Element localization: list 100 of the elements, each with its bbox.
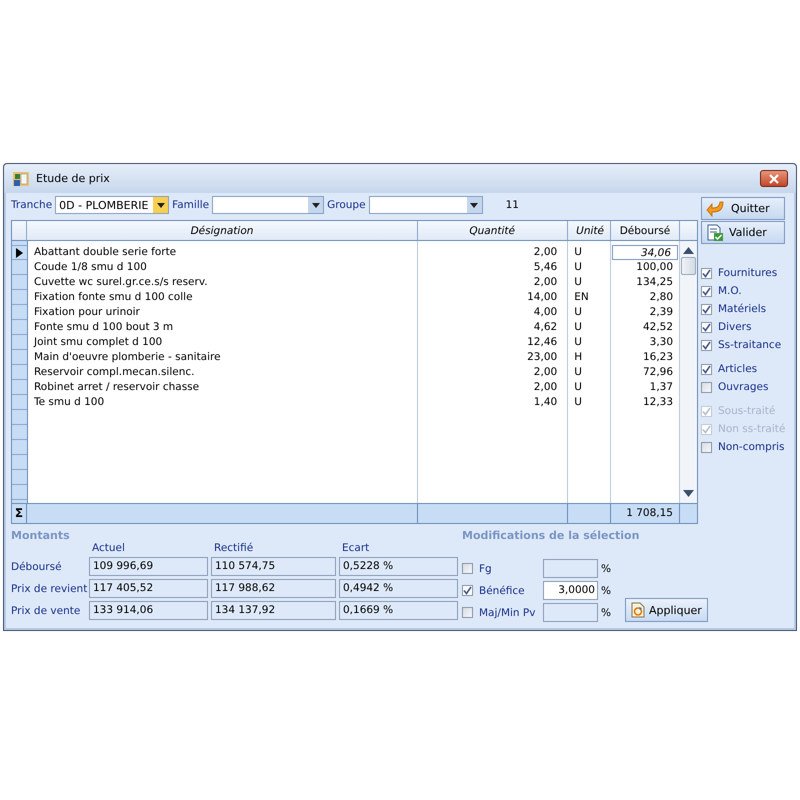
table-cell-text: Robinet arret / reservoir chasse xyxy=(32,380,200,395)
section-title: Montants xyxy=(11,529,71,542)
apply-button[interactable]: Appliquer xyxy=(624,598,708,622)
checkbox-label: M.O. xyxy=(718,285,742,297)
unit-label: % xyxy=(601,562,611,574)
table-cell-text: 4,00 xyxy=(532,305,558,320)
checkbox-label: Articles xyxy=(718,363,758,375)
checkbox[interactable] xyxy=(701,364,712,374)
scroll-up-icon[interactable] xyxy=(683,247,694,254)
table-cell-text: 14,00 xyxy=(526,290,558,305)
table-cell-text: 1,40 xyxy=(532,395,558,410)
column-label: Rectifié xyxy=(213,542,254,554)
column-header[interactable]: Quantité xyxy=(418,221,568,241)
section-title: Modifications de la sélection xyxy=(462,529,640,542)
unit-label: % xyxy=(601,606,611,618)
scrollbar[interactable] xyxy=(680,241,697,503)
column-header[interactable]: Unité xyxy=(568,221,611,241)
table-cell-text: 2,00 xyxy=(532,275,558,290)
input-field[interactable] xyxy=(543,559,598,578)
unit-label: % xyxy=(601,584,611,596)
column-label: Actuel xyxy=(91,542,126,554)
refresh-document-icon xyxy=(630,602,645,618)
caret-icon xyxy=(156,202,165,208)
checkbox[interactable] xyxy=(701,340,712,350)
table-cell-text: 16,23 xyxy=(642,350,674,365)
table-cell-text: Coude 1/8 smu d 100 xyxy=(32,260,148,275)
table-cell-text: 2,00 xyxy=(532,365,558,380)
item-count: 11 xyxy=(506,199,519,211)
table-cell-text: 2,00 xyxy=(532,380,558,395)
table-cell-text: 12,46 xyxy=(526,335,558,350)
checkbox-label: Divers xyxy=(718,321,752,333)
checkbox[interactable] xyxy=(462,563,473,574)
readonly-field: 0,1669 % xyxy=(339,601,458,620)
table-cell-text: Fonte smu d 100 bout 3 m xyxy=(32,320,174,335)
input-field[interactable]: 3,0000 xyxy=(543,581,598,600)
checkbox[interactable] xyxy=(701,286,712,296)
app-icon xyxy=(12,170,30,186)
checkbox-label: Non-compris xyxy=(718,441,785,453)
column-header[interactable]: Désignation xyxy=(27,221,418,241)
field-label: Famille xyxy=(172,199,210,211)
table-cell-text: U xyxy=(573,395,583,410)
table-cell-text: 100,00 xyxy=(635,260,674,275)
checkbox-label: Fournitures xyxy=(718,267,778,279)
table-cell-text: U xyxy=(573,335,583,350)
column-label: Ecart xyxy=(341,542,370,554)
table-cell-text: EN xyxy=(573,290,590,305)
table-cell-text: 72,96 xyxy=(642,365,674,380)
checked-document-icon xyxy=(706,224,724,242)
table-cell-text: Main d'oeuvre plomberie - sanitaire xyxy=(32,350,222,365)
table-cell-text: 42,52 xyxy=(642,320,674,335)
close-button[interactable] xyxy=(760,170,788,187)
checkbox[interactable] xyxy=(701,304,712,314)
action-button[interactable]: Valider xyxy=(701,221,785,244)
readonly-field: 109 996,69 xyxy=(89,557,208,576)
column-header[interactable]: Déboursé xyxy=(611,221,680,241)
readonly-field: 133 914,06 xyxy=(89,601,208,620)
table-cell-text: Te smu d 100 xyxy=(32,395,106,410)
table-cell-text: Fixation pour urinoir xyxy=(32,305,141,320)
checkbox[interactable] xyxy=(701,268,712,278)
input-field[interactable] xyxy=(543,603,598,622)
table-cell-text: Reservoir compl.mecan.silenc. xyxy=(32,365,196,380)
table-cell-text: 3,30 xyxy=(648,335,674,350)
scroll-thumb[interactable] xyxy=(681,257,696,275)
checkbox[interactable] xyxy=(701,322,712,332)
dropdown[interactable]: 0D - PLOMBERIE xyxy=(55,196,170,214)
table-cell-text: U xyxy=(573,245,583,260)
row-header[interactable] xyxy=(12,245,27,260)
checkbox[interactable] xyxy=(462,585,473,596)
row-label: Prix de vente xyxy=(11,604,82,616)
row-label: Prix de revient xyxy=(11,582,86,594)
action-button[interactable]: Quitter xyxy=(701,197,785,220)
checkbox-label: Ouvrages xyxy=(718,381,768,393)
scroll-down-icon[interactable] xyxy=(683,490,694,497)
table-cell-text: 134,25 xyxy=(635,275,674,290)
return-arrow-icon xyxy=(706,200,726,218)
readonly-field: 134 137,92 xyxy=(211,601,336,620)
dropdown-button[interactable] xyxy=(308,197,324,213)
dropdown-button[interactable] xyxy=(466,197,482,213)
table-cell-text: U xyxy=(573,305,583,320)
table-cell-text: Joint smu complet d 100 xyxy=(32,335,164,350)
checkbox-label: Bénéfice xyxy=(479,584,526,596)
table-cell-text: 2,00 xyxy=(532,245,558,260)
checkbox[interactable] xyxy=(462,607,473,618)
window-title: Etude de prix xyxy=(36,172,111,185)
checkbox-label: Ss-traitance xyxy=(718,339,782,351)
cell-editor[interactable]: 34,06 xyxy=(612,245,678,260)
readonly-field: 0,5228 % xyxy=(339,557,458,576)
table-cell-text: 5,46 xyxy=(532,260,558,275)
dropdown-button[interactable] xyxy=(153,197,168,213)
checkbox[interactable] xyxy=(701,382,712,392)
table-cell-text: U xyxy=(573,320,583,335)
table-cell-text: 12,33 xyxy=(642,395,674,410)
total-cell: 1 708,15 xyxy=(611,504,680,523)
row-pointer-icon xyxy=(15,248,24,258)
field-label: Groupe xyxy=(327,199,366,211)
checkbox[interactable] xyxy=(701,442,712,452)
readonly-field: 117 988,62 xyxy=(211,579,336,598)
table-cell-text: 2,39 xyxy=(648,305,674,320)
table-cell-text: H xyxy=(573,350,584,365)
checkbox-label: Maj/Min Pv xyxy=(479,606,536,618)
